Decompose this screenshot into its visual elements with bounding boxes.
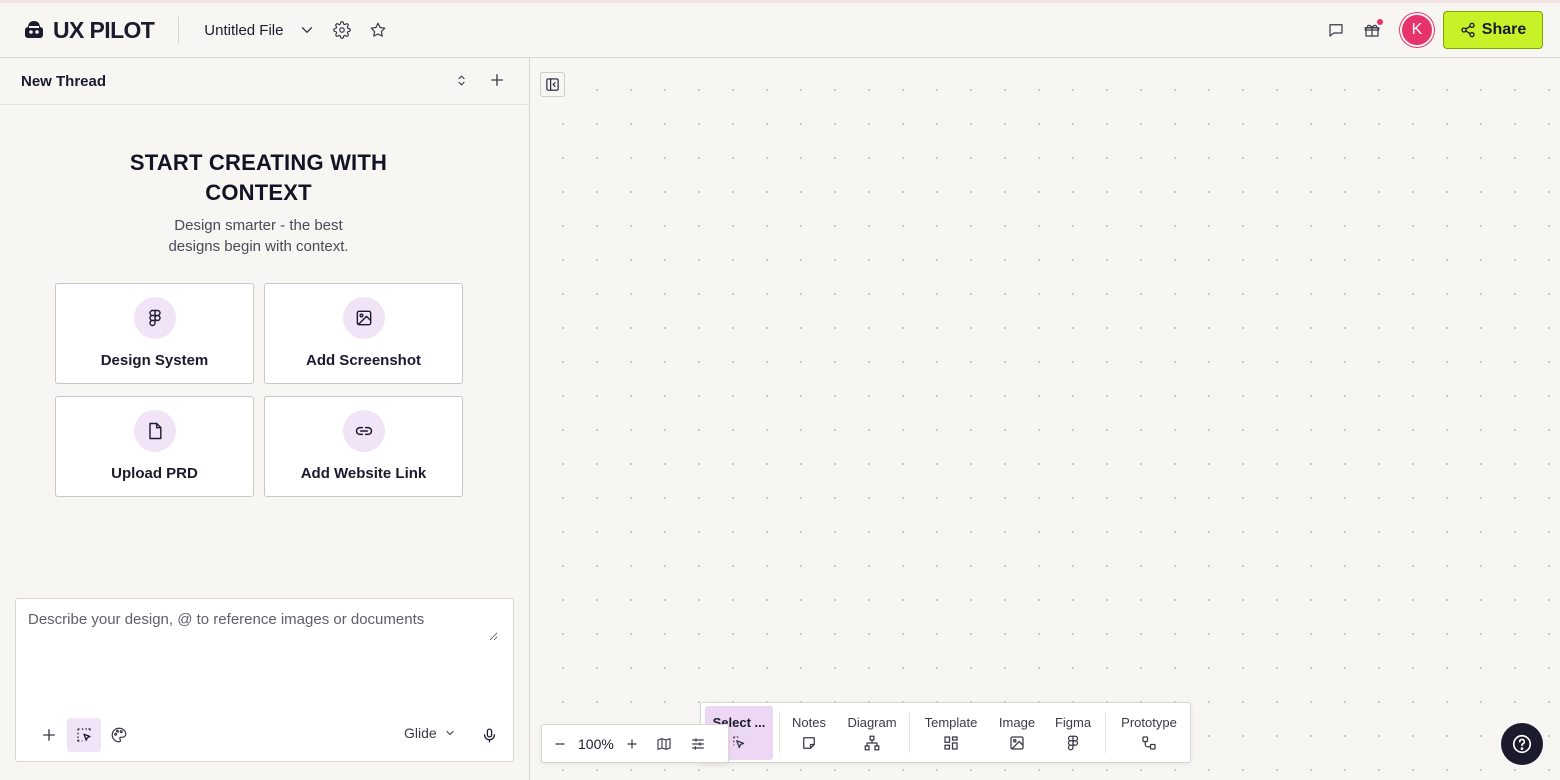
toolbar-figma[interactable]: Figma bbox=[1051, 706, 1095, 760]
microphone-icon[interactable] bbox=[477, 723, 501, 747]
toolbar-label: Image bbox=[998, 715, 1036, 730]
prompt-tools bbox=[32, 718, 137, 752]
card-label: Design System bbox=[100, 352, 209, 369]
logo-text: UX PILOT bbox=[53, 16, 155, 43]
toolbar-label: Diagram bbox=[847, 715, 897, 730]
prompt-input[interactable] bbox=[28, 611, 498, 641]
sticky-note-icon bbox=[803, 737, 815, 749]
chevron-down-icon bbox=[446, 730, 454, 736]
add-attachment-plus-icon[interactable] bbox=[32, 718, 66, 752]
link-icon bbox=[343, 410, 385, 452]
ux-pilot-logo-icon bbox=[25, 21, 43, 38]
toolbar-notes[interactable]: Notes bbox=[787, 706, 831, 760]
gift-icon[interactable] bbox=[1360, 18, 1384, 42]
figma-icon bbox=[1067, 735, 1079, 751]
toolbar-template[interactable]: Template bbox=[919, 706, 983, 760]
card-label: Add Website Link bbox=[300, 465, 427, 482]
toolbar-label: Notes bbox=[792, 715, 826, 730]
image-icon bbox=[343, 297, 385, 339]
design-canvas[interactable] bbox=[531, 58, 1560, 780]
notification-dot bbox=[1377, 19, 1383, 25]
new-thread-plus-icon[interactable] bbox=[485, 68, 509, 92]
collapse-panel-icon[interactable] bbox=[540, 72, 565, 97]
toolbar-diagram[interactable]: Diagram bbox=[843, 706, 901, 760]
avatar[interactable]: K bbox=[1400, 13, 1434, 47]
add-screenshot-card[interactable]: Add Screenshot bbox=[264, 283, 463, 384]
toolbar-label: Template bbox=[924, 715, 978, 730]
share-button[interactable]: Share bbox=[1443, 11, 1543, 49]
canvas-toolbar: Select ... Notes Diagram Template Image … bbox=[700, 702, 1191, 763]
zoom-out-minus-icon[interactable] bbox=[548, 732, 572, 756]
thread-actions bbox=[449, 68, 509, 92]
logo[interactable]: UX PILOT bbox=[22, 16, 155, 44]
toolbar-divider bbox=[1105, 713, 1106, 753]
document-icon bbox=[134, 410, 176, 452]
palette-icon[interactable] bbox=[102, 718, 136, 752]
star-icon[interactable] bbox=[366, 18, 390, 42]
card-label: Add Screenshot bbox=[305, 352, 422, 369]
toolbar-label: Figma bbox=[1054, 715, 1092, 730]
hero-subtitle-line1: Design smarter - the best bbox=[174, 217, 343, 234]
hero-title: START CREATING WITH CONTEXT bbox=[0, 148, 517, 208]
zoom-in-plus-icon[interactable] bbox=[620, 732, 644, 756]
select-area-icon[interactable] bbox=[67, 718, 101, 752]
add-website-link-card[interactable]: Add Website Link bbox=[264, 396, 463, 497]
select-cursor-icon bbox=[733, 736, 745, 749]
settings-gear-icon[interactable] bbox=[330, 18, 354, 42]
prototype-icon bbox=[1142, 736, 1156, 750]
card-label: Upload PRD bbox=[111, 465, 198, 482]
top-bar: UX PILOT Untitled File K Share bbox=[0, 0, 1560, 58]
thread-switch-chevron-icon[interactable] bbox=[449, 68, 473, 92]
file-title[interactable]: Untitled File bbox=[204, 22, 283, 39]
share-icon bbox=[1461, 22, 1475, 38]
header-right-tools: K Share bbox=[1324, 11, 1543, 49]
model-select[interactable]: Glide bbox=[404, 725, 456, 741]
image-icon bbox=[1010, 736, 1024, 750]
upload-prd-card[interactable]: Upload PRD bbox=[55, 396, 254, 497]
diagram-icon bbox=[864, 735, 880, 751]
help-button[interactable] bbox=[1501, 723, 1543, 765]
chat-panel: New Thread START CREATING WITH CONTEXT D… bbox=[0, 58, 530, 780]
comment-icon[interactable] bbox=[1324, 18, 1348, 42]
hero-subtitle-line2: designs begin with context. bbox=[168, 238, 349, 255]
design-system-card[interactable]: Design System bbox=[55, 283, 254, 384]
template-grid-icon bbox=[944, 736, 958, 750]
thread-header: New Thread bbox=[0, 58, 529, 105]
toolbar-divider bbox=[909, 713, 910, 753]
chevron-down-icon[interactable] bbox=[295, 18, 319, 42]
zoom-level[interactable]: 100% bbox=[578, 736, 614, 752]
hero-title-line1: START CREATING WITH bbox=[129, 150, 388, 175]
prompt-box: Glide bbox=[15, 598, 514, 762]
zoom-controls: 100% bbox=[541, 724, 729, 763]
header-divider bbox=[178, 17, 180, 43]
toolbar-label: Prototype bbox=[1121, 715, 1177, 730]
figma-icon bbox=[134, 297, 176, 339]
share-label: Share bbox=[1481, 21, 1527, 38]
help-question-icon bbox=[1512, 734, 1532, 754]
hero-title-line2: CONTEXT bbox=[205, 180, 312, 205]
canvas-settings-sliders-icon[interactable] bbox=[686, 732, 710, 756]
toolbar-image[interactable]: Image bbox=[995, 706, 1039, 760]
minimap-icon[interactable] bbox=[652, 732, 676, 756]
hero-subtitle: Design smarter - the best designs begin … bbox=[0, 215, 517, 257]
model-select-value: Glide bbox=[404, 725, 437, 741]
toolbar-prototype[interactable]: Prototype bbox=[1115, 706, 1183, 760]
thread-title: New Thread bbox=[21, 72, 107, 90]
toolbar-divider bbox=[779, 713, 780, 753]
